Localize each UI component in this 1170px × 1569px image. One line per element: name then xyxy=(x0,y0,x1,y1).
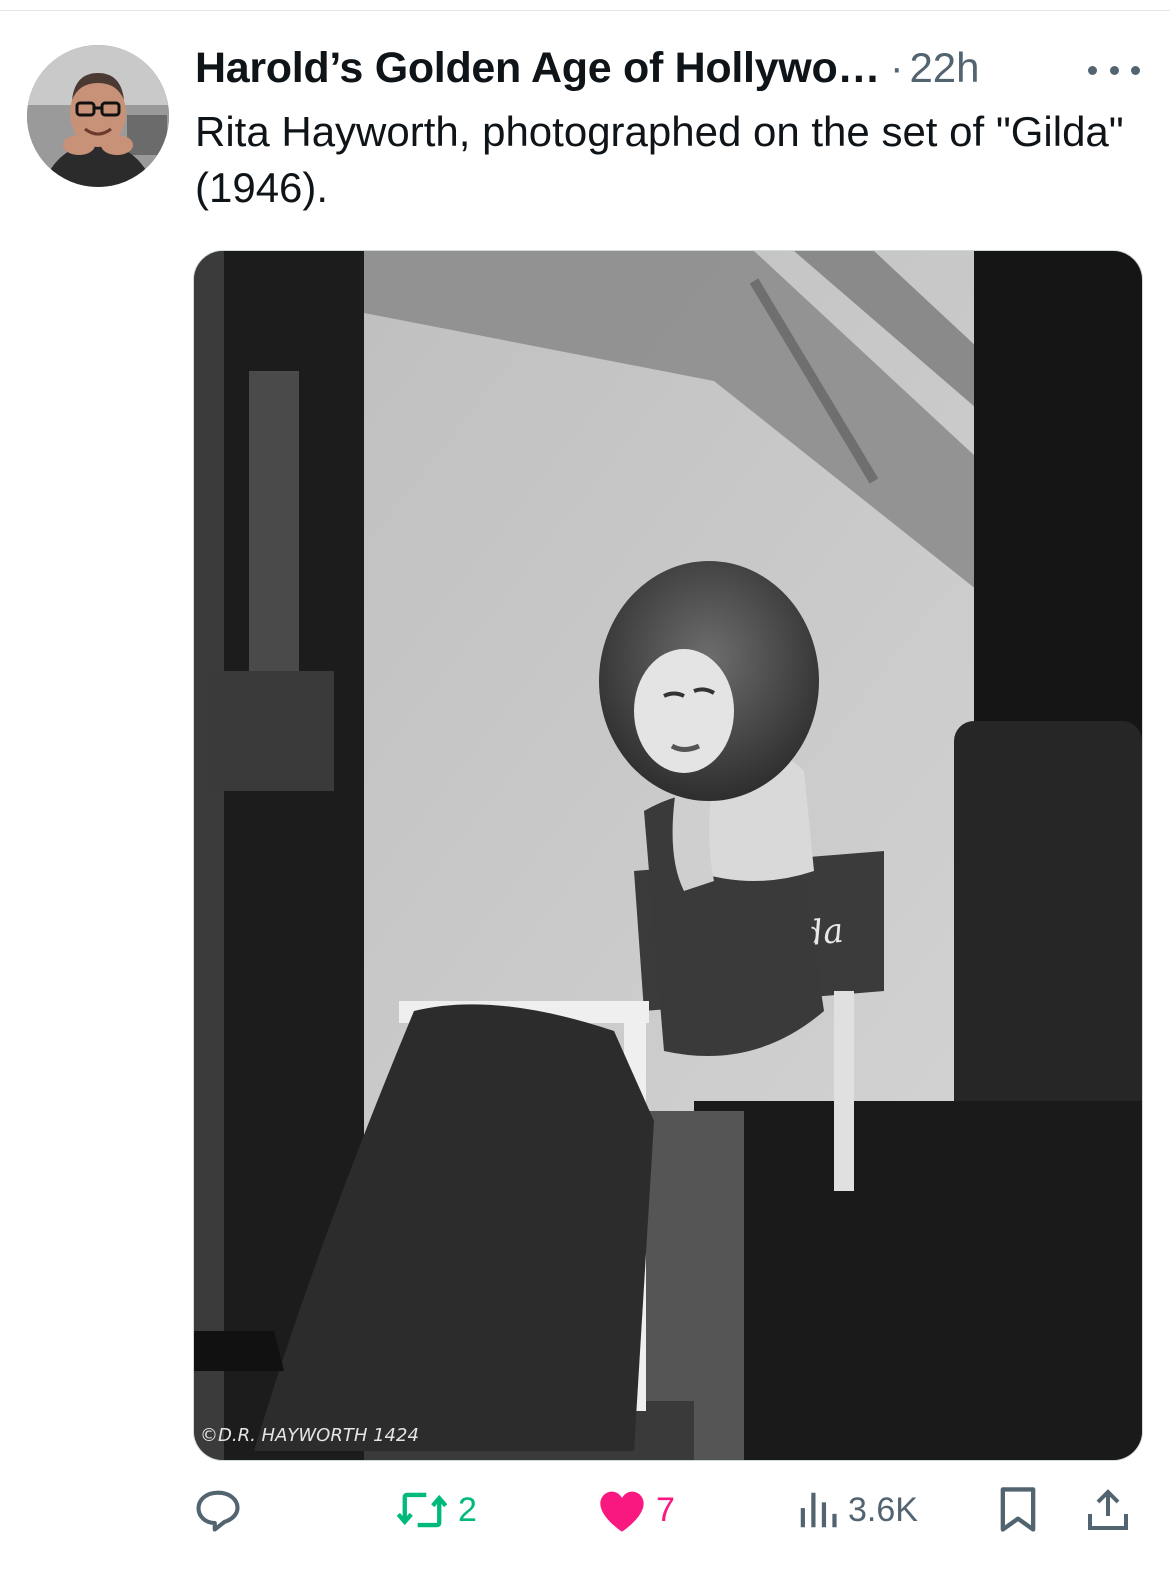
repost-icon xyxy=(396,1492,448,1528)
author-display-name[interactable]: Harold’s Golden Age of Hollywo… xyxy=(195,44,880,93)
post-photo[interactable]: Gilda ©D.R. HAYWORTH 1424 xyxy=(193,250,1143,1461)
ellipsis-icon-dot xyxy=(1088,65,1097,75)
like-button[interactable]: 7 xyxy=(596,1475,675,1545)
top-divider xyxy=(0,0,1170,11)
action-bar: 2 7 3.6K xyxy=(0,1475,1170,1545)
repost-button[interactable]: 2 xyxy=(394,1475,477,1545)
header-separator: · xyxy=(890,45,904,90)
author-avatar[interactable] xyxy=(27,45,169,187)
bookmark-button[interactable] xyxy=(996,1475,1040,1545)
avatar-photo-icon xyxy=(27,45,169,187)
bookmark-icon xyxy=(1000,1487,1036,1532)
share-button[interactable] xyxy=(1084,1475,1132,1545)
black-and-white-photo-icon: Gilda ©D.R. HAYWORTH 1424 xyxy=(194,251,1142,1460)
more-options-button[interactable] xyxy=(1088,58,1140,82)
reply-icon xyxy=(196,1490,240,1532)
post-text: Rita Hayworth, photographed on the set o… xyxy=(195,108,1124,211)
post-timestamp[interactable]: 22h xyxy=(909,44,979,92)
photo-caption-text: ©D.R. HAYWORTH 1424 xyxy=(200,1425,419,1446)
ellipsis-icon-dot xyxy=(1109,65,1119,75)
share-icon xyxy=(1088,1489,1128,1530)
views-button[interactable]: 3.6K xyxy=(796,1475,918,1545)
heart-filled-icon xyxy=(600,1491,644,1532)
ellipsis-icon-dot xyxy=(1131,65,1140,75)
repost-count: 2 xyxy=(458,1490,477,1529)
views-count: 3.6K xyxy=(848,1490,918,1529)
reply-button[interactable] xyxy=(192,1475,252,1545)
views-icon xyxy=(800,1492,837,1528)
post-header: Harold’s Golden Age of Hollywo… · 22h xyxy=(195,38,1145,98)
like-count: 7 xyxy=(656,1490,675,1529)
